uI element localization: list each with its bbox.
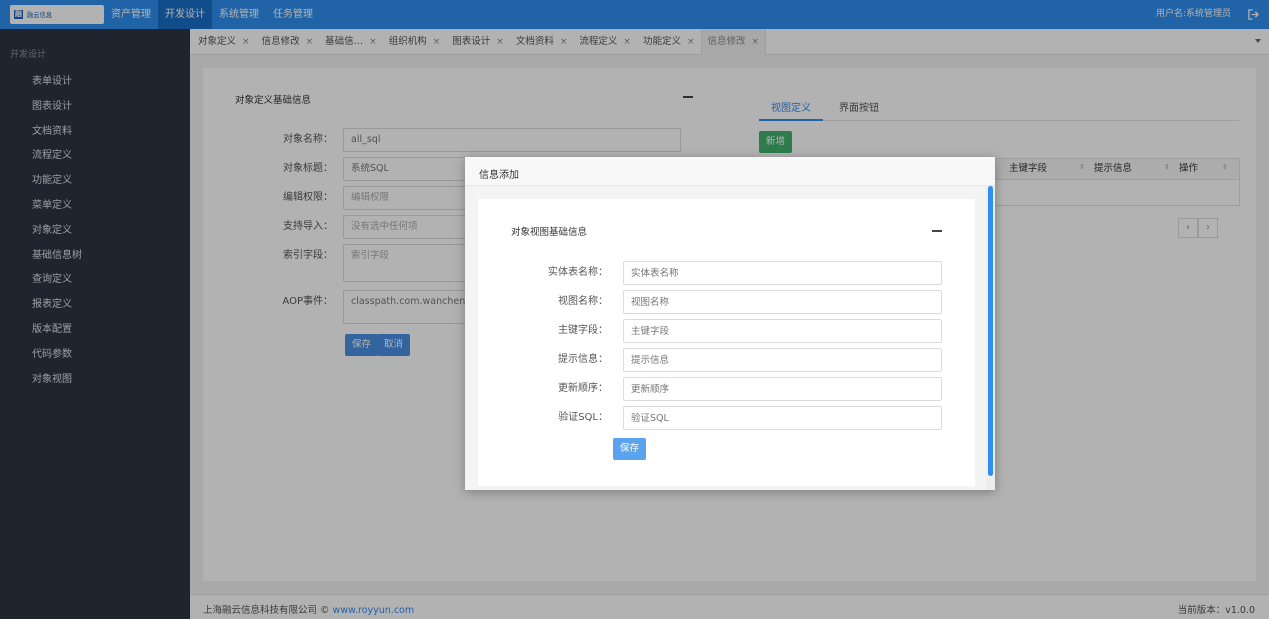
dialog-title: 信息添加 [479, 170, 519, 181]
scrollbar-thumb[interactable] [988, 186, 993, 476]
dialog-body: 对象视图基础信息 实体表名称： 视图名称： 主键字段： 提示信息： 更新顺序： … [478, 199, 975, 486]
info-add-dialog: 信息添加 对象视图基础信息 实体表名称： 视图名称： 主键字段： 提示信息： 更… [465, 157, 995, 490]
field-label: 视图名称： [558, 296, 608, 307]
field-validate-sql: 验证SQL： [478, 406, 975, 430]
entity-table-input[interactable] [623, 261, 942, 285]
collapse-icon[interactable] [932, 230, 942, 232]
primary-key-input[interactable] [623, 319, 942, 343]
hint-info-input[interactable] [623, 348, 942, 372]
field-label: 实体表名称： [548, 267, 608, 278]
field-entity-table: 实体表名称： [478, 261, 975, 285]
dialog-section-title: 对象视图基础信息 [511, 227, 588, 238]
field-label: 主键字段： [558, 325, 608, 336]
field-primary-key: 主键字段： [478, 319, 975, 343]
update-order-input[interactable] [623, 377, 942, 401]
dialog-save-button[interactable]: 保存 [613, 438, 647, 460]
field-hint-info: 提示信息： [478, 348, 975, 372]
field-update-order: 更新顺序： [478, 377, 975, 401]
validate-sql-input[interactable] [623, 406, 942, 430]
dialog-header: 信息添加 [465, 157, 995, 186]
field-view-name: 视图名称： [478, 290, 975, 314]
field-label: 更新顺序： [558, 383, 608, 394]
field-label: 提示信息： [558, 354, 608, 365]
view-name-input[interactable] [623, 290, 942, 314]
field-label: 验证SQL： [558, 412, 608, 423]
dialog-scrollbar[interactable] [986, 186, 995, 490]
